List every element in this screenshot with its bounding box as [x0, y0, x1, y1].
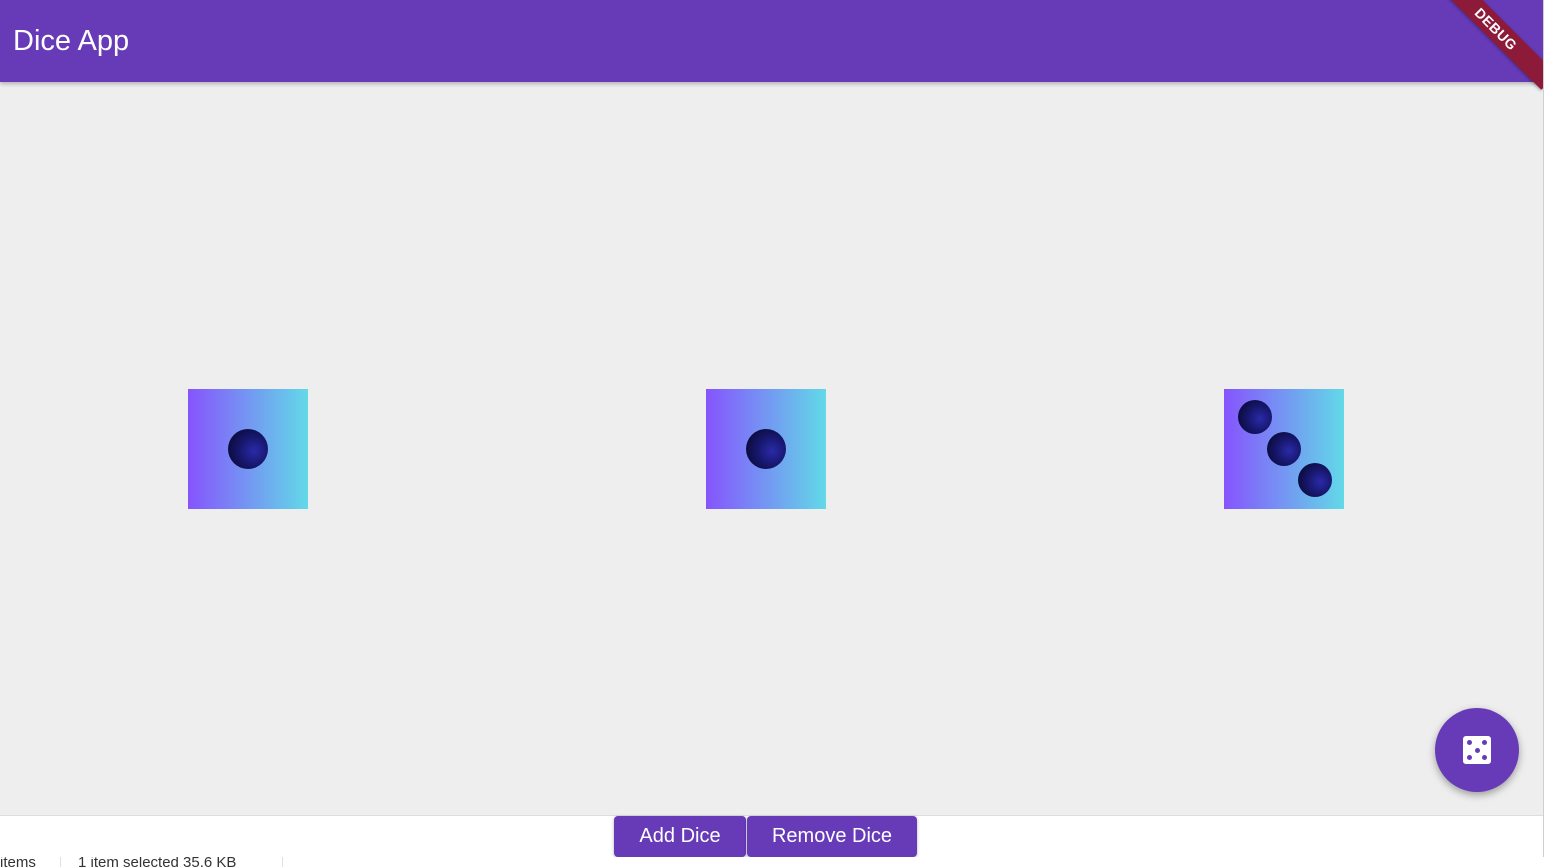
- status-divider: [282, 857, 283, 867]
- die-pip: [228, 429, 268, 469]
- dice-icon: [1463, 736, 1491, 764]
- debug-banner: DEBUG: [1435, 0, 1543, 90]
- die-1: [188, 389, 308, 509]
- explorer-status-bar: items 1 item selected 35.6 KB: [0, 857, 1545, 867]
- remove-dice-button[interactable]: Remove Dice: [747, 816, 917, 857]
- selection-info-text: 1 item selected 35.6 KB: [78, 857, 237, 867]
- die-2: [706, 389, 826, 509]
- die-3: [1224, 389, 1344, 509]
- die-pip: [1267, 432, 1301, 466]
- die-pip: [1298, 463, 1332, 497]
- app-bar: Dice App DEBUG: [0, 0, 1543, 90]
- item-count-text: items: [0, 857, 36, 867]
- add-dice-button[interactable]: Add Dice: [614, 816, 746, 857]
- status-divider: [60, 857, 61, 867]
- app-title: Dice App: [13, 25, 130, 57]
- die-pip: [1238, 400, 1272, 434]
- app-window: Dice App DEBUG Add Dice Remove Dice: [0, 0, 1544, 857]
- roll-dice-fab[interactable]: [1435, 708, 1519, 792]
- die-pip: [746, 429, 786, 469]
